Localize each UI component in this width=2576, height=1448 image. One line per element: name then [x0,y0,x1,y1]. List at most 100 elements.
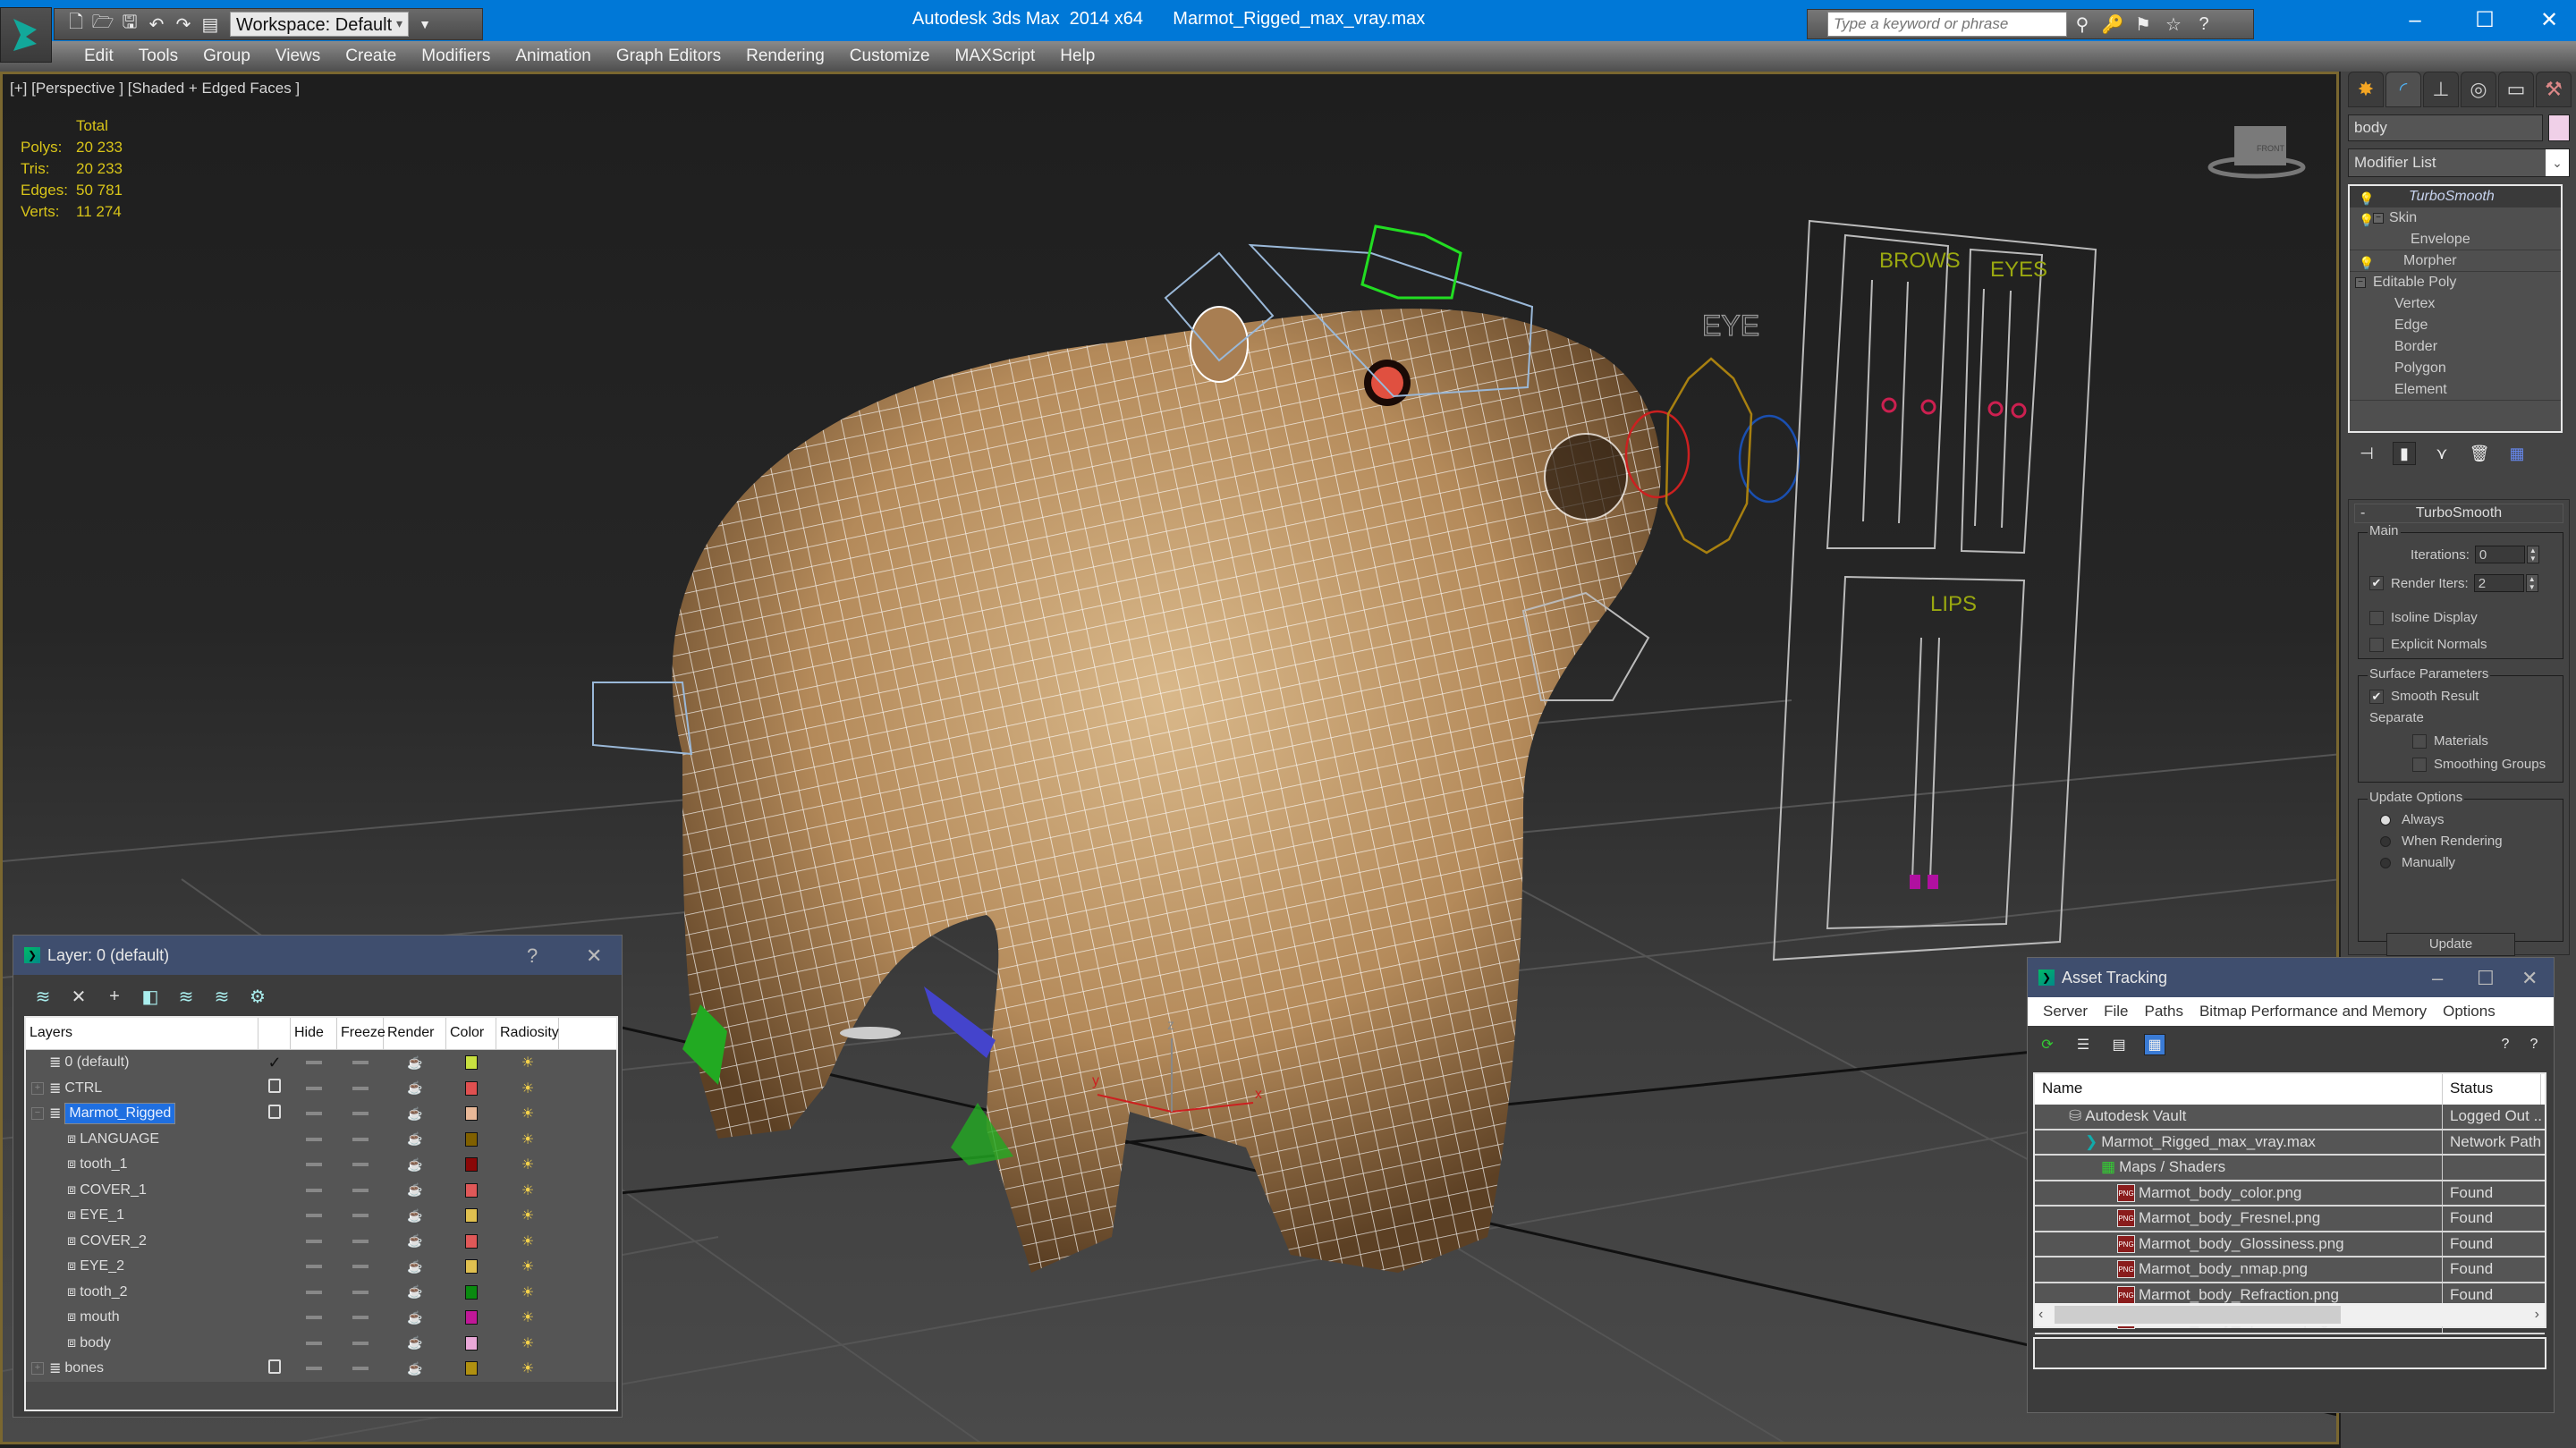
expand-toggle-icon[interactable]: − [31,1107,44,1121]
current-layer-cell[interactable] [258,1079,291,1097]
stack-item-vertex[interactable]: Vertex [2350,293,2561,315]
always-radio[interactable] [2380,814,2391,826]
layer-color-cell[interactable] [446,1233,496,1249]
minimize-button[interactable]: – [2388,5,2442,36]
save-file-icon[interactable]: 🖫 [119,13,140,35]
redo-icon[interactable]: ↷ [173,13,194,35]
layer-row[interactable]: ⧈ LANGUAGE ☕ ☀ [26,1126,616,1153]
tab-utilities[interactable]: ⚒ [2536,72,2572,107]
list-view-icon[interactable]: ☰ [2072,1034,2094,1055]
scroll-left-icon[interactable]: ‹ [2038,1307,2043,1323]
menu-edit[interactable]: Edit [72,41,126,72]
freeze-toggle[interactable] [337,1061,384,1065]
layer-name-cell[interactable]: ⧈ EYE_2 [26,1254,258,1280]
object-color-swatch[interactable] [2548,114,2570,141]
radiosity-toggle[interactable]: ☀ [496,1156,559,1173]
hide-toggle[interactable] [291,1188,337,1192]
smooth-result-checkbox[interactable]: ✔ [2369,689,2384,704]
freeze-toggle[interactable] [337,1137,384,1141]
tab-create[interactable]: ✸ [2348,72,2384,107]
stack-item-turbosmooth[interactable]: 💡 TurboSmooth [2350,186,2561,207]
tab-motion[interactable]: ◎ [2461,72,2496,107]
create-layer-icon[interactable]: ≋ [33,987,53,1007]
asset-row[interactable]: PNG Marmot_body_color.png Found [2035,1181,2545,1207]
undo-icon[interactable]: ↶ [146,13,167,35]
render-toggle[interactable]: ☕ [384,1335,446,1351]
layer-name-cell[interactable]: ⧈ COVER_2 [26,1229,258,1255]
asset-row[interactable]: ▦ Maps / Shaders [2035,1156,2545,1181]
menu-tools[interactable]: Tools [126,41,191,72]
layer-color-cell[interactable] [446,1106,496,1122]
stack-item-morpher[interactable]: 💡 Morpher [2350,250,2561,272]
column-freeze[interactable]: Freeze [337,1018,386,1049]
radiosity-toggle[interactable]: ☀ [496,1054,559,1071]
layer-color-cell[interactable] [446,1259,496,1274]
freeze-toggle[interactable] [337,1214,384,1218]
layer-row[interactable]: ⧈ COVER_2 ☕ ☀ [26,1228,616,1255]
hide-toggle[interactable] [291,1239,337,1243]
close-button[interactable]: ✕ [586,944,602,968]
customize-toolbar-icon[interactable]: ▼ [414,13,436,35]
asset-row[interactable]: PNG Marmot_body_nmap.png Found [2035,1257,2545,1283]
layer-color-cell[interactable] [446,1335,496,1351]
radiosity-toggle[interactable]: ☀ [496,1207,559,1224]
menu-file[interactable]: File [2096,1003,2136,1020]
communication-center-icon[interactable]: ⚑ [2128,13,2158,36]
pin-stack-icon[interactable]: ⊣ [2355,442,2378,465]
refresh-icon[interactable]: ⟳ [2037,1034,2058,1055]
layer-color-cell[interactable] [446,1208,496,1224]
materials-checkbox[interactable] [2412,733,2427,749]
column-radiosity[interactable]: Radiosity [496,1018,559,1049]
render-iters-input[interactable] [2473,574,2524,592]
menu-rendering[interactable]: Rendering [733,41,837,72]
tab-modify[interactable]: ◜ [2385,72,2421,107]
open-file-icon[interactable]: 🗁 [92,13,114,35]
render-iters-checkbox[interactable]: ✔ [2369,576,2384,590]
freeze-toggle[interactable] [337,1188,384,1192]
current-layer-cell[interactable] [258,1104,291,1123]
table-view-icon[interactable]: ▦ [2144,1034,2165,1055]
column-name[interactable]: Name [2035,1074,2443,1105]
isoline-display-checkbox[interactable] [2369,610,2384,625]
layer-color-cell[interactable] [446,1182,496,1198]
menu-bitmap-performance[interactable]: Bitmap Performance and Memory [2191,1003,2435,1020]
menu-group[interactable]: Group [191,41,263,72]
freeze-toggle[interactable] [337,1239,384,1243]
lightbulb-icon[interactable]: 💡 [2359,188,2374,209]
layer-row[interactable]: ⧈ tooth_2 ☕ ☀ [26,1279,616,1305]
configure-modifier-sets-icon[interactable]: ▦ [2505,442,2529,465]
search-input[interactable] [1827,12,2067,37]
stack-item-editable-poly[interactable]: − Editable Poly [2350,272,2561,293]
app-menu-button[interactable] [0,7,52,63]
stack-item-edge[interactable]: Edge [2350,315,2561,336]
layer-properties-icon[interactable]: ⚙ [248,987,267,1007]
menu-animation[interactable]: Animation [503,41,604,72]
radiosity-toggle[interactable]: ☀ [496,1105,559,1122]
maximize-button[interactable]: ☐ [2477,967,2495,990]
freeze-toggle[interactable] [337,1163,384,1167]
delete-layer-icon[interactable]: ✕ [69,987,89,1007]
hide-toggle[interactable] [291,1214,337,1218]
layer-row[interactable]: ⧈ COVER_1 ☕ ☀ [26,1177,616,1204]
layer-row[interactable]: ⧈ mouth ☕ ☀ [26,1305,616,1331]
remove-modifier-icon[interactable]: 🗑 [2468,442,2491,465]
layer-name-cell[interactable]: ⧈ COVER_1 [26,1178,258,1204]
asset-row[interactable]: PNG Marmot_body_Fresnel.png Found [2035,1207,2545,1232]
smoothing-groups-checkbox[interactable] [2412,757,2427,772]
close-button[interactable]: ✕ [2522,5,2576,36]
render-toggle[interactable]: ☕ [384,1361,446,1376]
menu-views[interactable]: Views [263,41,333,72]
radiosity-toggle[interactable]: ☀ [496,1130,559,1148]
new-file-icon[interactable]: 🗋 [65,13,87,35]
layer-color-cell[interactable] [446,1055,496,1071]
layer-row[interactable]: ⧈ tooth_1 ☕ ☀ [26,1152,616,1178]
layer-name-cell[interactable]: ⧈ LANGUAGE [26,1127,258,1153]
manually-radio[interactable] [2380,857,2391,868]
context-help-icon[interactable]: ? [2523,1034,2545,1055]
asset-row[interactable]: ⛁ Autodesk Vault Logged Out ... [2035,1105,2545,1130]
hide-toggle[interactable] [291,1265,337,1269]
render-toggle[interactable]: ☕ [384,1259,446,1274]
collapse-toggle-icon[interactable]: − [2355,277,2366,288]
layer-row[interactable]: ≣ 0 (default) ✓ ☕ ☀ [26,1050,616,1076]
add-to-layer-icon[interactable]: + [105,987,124,1006]
